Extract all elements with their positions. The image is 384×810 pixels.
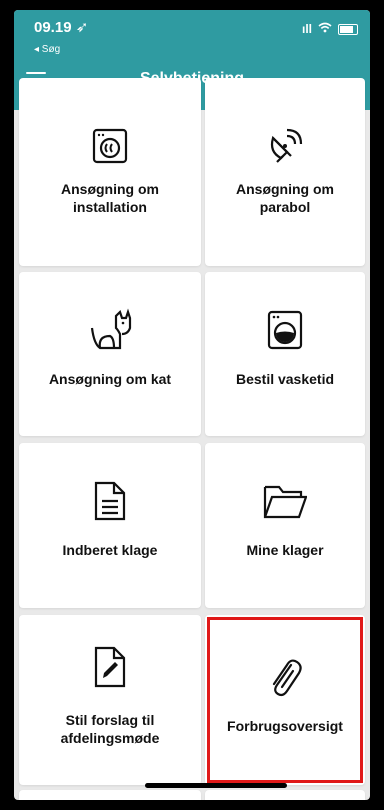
satellite-dish-icon — [263, 124, 307, 168]
tile-indberet-klage[interactable]: Indberet klage — [19, 443, 201, 608]
status-icons: ıll — [302, 22, 358, 36]
tile-label: Stil forslag til afdelingsmøde — [60, 712, 160, 746]
highlight-frame — [207, 617, 363, 783]
edit-document-icon — [88, 645, 132, 689]
tile-stil-forslag[interactable]: Stil forslag til afdelingsmøde — [19, 615, 201, 785]
tile-label: Ansøgning om installation — [61, 181, 159, 215]
tile-label: Indberet klage — [62, 542, 158, 558]
tile-label: Ansøgning om kat — [48, 371, 172, 387]
home-indicator — [145, 783, 287, 788]
back-to-search-link[interactable]: ◂ Søg — [34, 44, 60, 55]
tile-partial[interactable] — [19, 790, 201, 800]
tile-partial[interactable] — [205, 790, 365, 800]
tile-label: Mine klager — [246, 542, 324, 558]
tile-installation[interactable]: Ansøgning om installation — [19, 78, 201, 266]
battery-icon — [338, 23, 358, 35]
wifi-icon — [318, 22, 332, 36]
tile-parabol[interactable]: Ansøgning om parabol — [205, 78, 365, 266]
tile-mine-klager[interactable]: Mine klager — [205, 443, 365, 608]
tile-label: Ansøgning om parabol — [236, 181, 334, 215]
washer-icon — [263, 308, 307, 352]
tile-label: Bestil vasketid — [235, 371, 335, 387]
tile-vasketid[interactable]: Bestil vasketid — [205, 272, 365, 436]
signal-icon: ıll — [301, 22, 312, 36]
tile-kat[interactable]: Ansøgning om kat — [19, 272, 201, 436]
document-icon — [88, 479, 132, 523]
cat-icon — [88, 308, 132, 352]
app-screen: 09.19 ➶ ◂ Søg ıll Selvbetjening Ansøgnin… — [14, 10, 370, 800]
washing-machine-icon — [88, 124, 132, 168]
folder-icon — [263, 479, 307, 523]
status-time: 09.19 ➶ — [34, 19, 89, 36]
